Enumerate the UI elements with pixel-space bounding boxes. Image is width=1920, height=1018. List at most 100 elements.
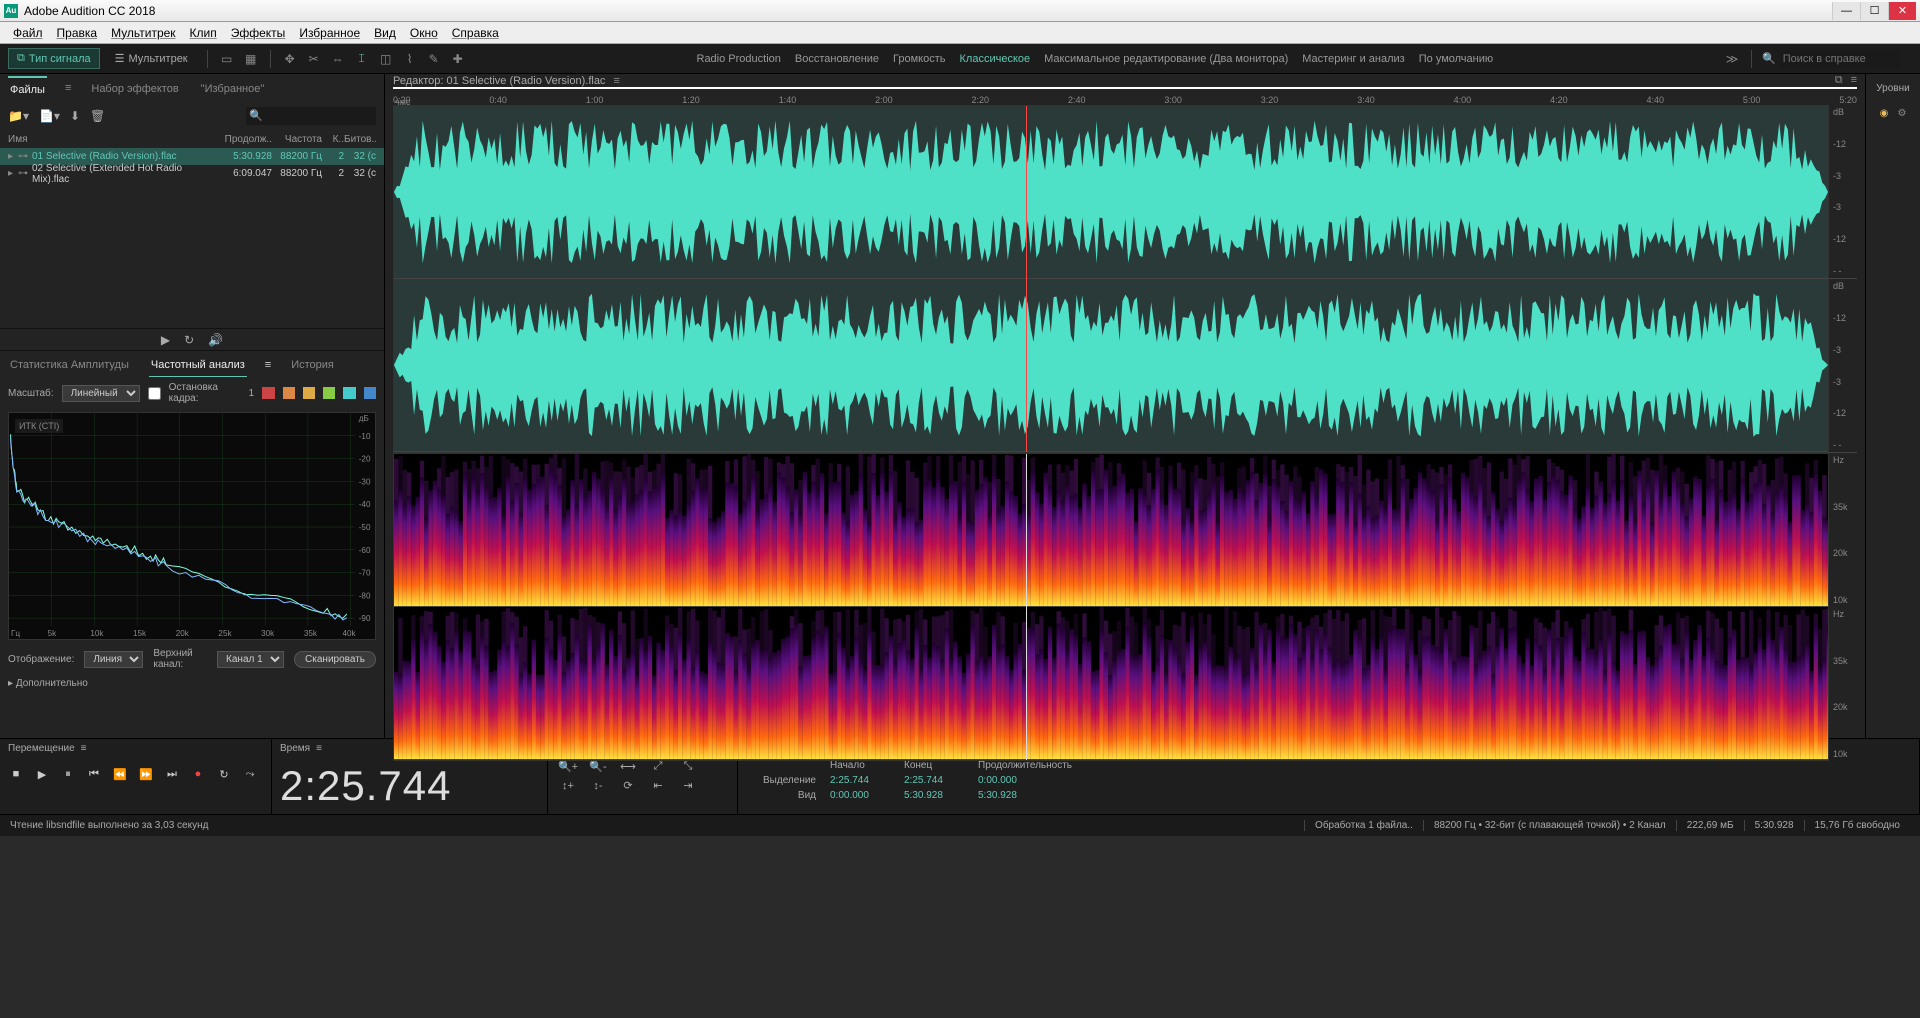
menu-favorites[interactable]: Избранное: [292, 24, 367, 42]
col-channels[interactable]: К..: [322, 134, 344, 145]
import-icon[interactable]: ⬇: [70, 109, 80, 123]
workspace-classic[interactable]: Классическое: [960, 53, 1031, 65]
editor-options-icon[interactable]: ⧉: [1835, 74, 1843, 87]
zoom-sel-out-icon[interactable]: ⤡: [676, 760, 700, 773]
expand-icon[interactable]: ▸: [8, 168, 18, 179]
preview-play-icon[interactable]: ▶: [161, 333, 170, 347]
brush-tool-icon[interactable]: ✎: [425, 50, 443, 68]
skip-selection-button[interactable]: ⤳: [242, 766, 258, 782]
workspace-default[interactable]: По умолчанию: [1419, 53, 1493, 65]
help-search-input[interactable]: [1780, 50, 1900, 68]
tab-history[interactable]: История: [289, 353, 336, 376]
file-row[interactable]: ▸ ⊶ 02 Selective (Extended Hot Radio Mix…: [0, 165, 384, 182]
go-start-button[interactable]: ⏮: [86, 766, 102, 782]
view-spectral-icon[interactable]: ▦: [242, 50, 260, 68]
time-display[interactable]: 2:25.744: [280, 762, 539, 810]
overview-waveform[interactable]: [393, 87, 1857, 89]
zoom-out-icon[interactable]: 🔍-: [586, 760, 610, 773]
maximize-button[interactable]: ☐: [1860, 2, 1888, 20]
top-channel-select[interactable]: Канал 1: [217, 651, 284, 668]
mode-waveform-button[interactable]: ⧉Тип сигнала: [8, 48, 100, 69]
menu-help[interactable]: Справка: [445, 24, 506, 42]
tab-amplitude-stats[interactable]: Статистика Амплитуды: [8, 353, 131, 376]
menu-effects[interactable]: Эффекты: [224, 24, 293, 42]
col-bit[interactable]: Битов..: [344, 134, 376, 145]
scan-button[interactable]: Сканировать: [294, 651, 376, 668]
expand-icon[interactable]: ▸: [8, 151, 18, 162]
workspace-dualmonitor[interactable]: Максимальное редактирование (Два монитор…: [1044, 53, 1288, 65]
menu-multitrack[interactable]: Мультитрек: [104, 24, 182, 42]
freeze-slot-2[interactable]: [262, 387, 274, 399]
pin-panel-icon[interactable]: ◉: [1877, 106, 1891, 120]
additional-toggle[interactable]: ▸ Дополнительно: [0, 674, 384, 693]
workspace-restore[interactable]: Восстановление: [795, 53, 879, 65]
minimize-button[interactable]: —: [1832, 2, 1860, 20]
menu-file[interactable]: Файл: [6, 24, 50, 42]
zoom-amp-out-icon[interactable]: ↕-: [586, 779, 610, 792]
workspace-mastering[interactable]: Мастеринг и анализ: [1302, 53, 1404, 65]
tab-favorites[interactable]: "Избранное": [199, 77, 267, 100]
forward-button[interactable]: ⏩: [138, 766, 154, 782]
waveform-display[interactable]: 1 2 dB-12-3-3-12- - dB-12-3-3-12- -: [393, 105, 1857, 453]
sel-start[interactable]: 2:25.744: [830, 775, 890, 786]
tab-files[interactable]: Файлы: [8, 76, 47, 101]
freeze-slot-3[interactable]: [283, 387, 295, 399]
zoom-amp-reset-icon[interactable]: ⟳: [616, 779, 640, 792]
zoom-full-icon[interactable]: ⟷: [616, 760, 640, 773]
freeze-slot-6[interactable]: [343, 387, 355, 399]
mode-multitrack-button[interactable]: ☰Мультитрек: [106, 48, 197, 69]
tab-frequency-analysis[interactable]: Частотный анализ: [149, 353, 247, 377]
menu-edit[interactable]: Правка: [50, 24, 105, 42]
pause-button[interactable]: ⏸: [60, 766, 76, 782]
col-name[interactable]: Имя: [8, 134, 222, 145]
freeze-slot-7[interactable]: [364, 387, 376, 399]
tab-effects-rack[interactable]: Набор эффектов: [89, 77, 180, 100]
record-button[interactable]: ●: [190, 766, 206, 782]
settings-panel-icon[interactable]: ⚙: [1895, 106, 1909, 120]
preview-autoplay-icon[interactable]: 🔊: [208, 333, 223, 347]
freeze-slot-4[interactable]: [303, 387, 315, 399]
workspace-loudness[interactable]: Громкость: [893, 53, 945, 65]
heal-tool-icon[interactable]: ✚: [449, 50, 467, 68]
view-duration[interactable]: 5:30.928: [978, 790, 1068, 801]
col-duration[interactable]: Продолж..: [222, 134, 272, 145]
freeze-slot-1[interactable]: 1: [249, 388, 255, 399]
zoom-to-out-icon[interactable]: ⇥: [676, 779, 700, 792]
spectral-display[interactable]: Hz35k20k10k Hz35k20k10k: [393, 453, 1857, 761]
analysis-tab-menu-icon[interactable]: ≡: [265, 359, 271, 371]
delete-file-icon[interactable]: 🗑: [90, 109, 105, 123]
frequency-analysis-plot[interactable]: ИТК (CTI) дБ -10-20-30-40-50-60-70-80-90…: [8, 412, 376, 640]
razor-tool-icon[interactable]: ✂: [305, 50, 323, 68]
workspace-more-icon[interactable]: ≫: [1723, 50, 1741, 68]
menu-view[interactable]: Вид: [367, 24, 403, 42]
go-end-button[interactable]: ⏭: [164, 766, 180, 782]
move-tool-icon[interactable]: ✥: [281, 50, 299, 68]
sel-duration[interactable]: 0:00.000: [978, 775, 1068, 786]
freeze-slot-5[interactable]: [323, 387, 335, 399]
loop-button[interactable]: ↻: [216, 766, 232, 782]
files-search-input[interactable]: [246, 107, 376, 125]
editor-menu-icon[interactable]: ≡: [613, 75, 619, 87]
play-button[interactable]: ▶: [34, 766, 50, 782]
menu-clip[interactable]: Клип: [183, 24, 224, 42]
close-button[interactable]: ✕: [1888, 2, 1916, 20]
view-hud-icon[interactable]: ▭: [218, 50, 236, 68]
preview-loop-icon[interactable]: ↻: [184, 333, 194, 347]
zoom-sel-in-icon[interactable]: ⤢: [646, 760, 670, 773]
new-file-icon[interactable]: 📄▾: [39, 109, 60, 123]
time-select-tool-icon[interactable]: 𝙸: [353, 50, 371, 68]
lasso-tool-icon[interactable]: ⌇: [401, 50, 419, 68]
col-freq[interactable]: Частота: [272, 134, 322, 145]
files-tab-menu-icon[interactable]: ≡: [65, 82, 71, 94]
marquee-tool-icon[interactable]: ◫: [377, 50, 395, 68]
zoom-in-icon[interactable]: 🔍+: [556, 760, 580, 773]
rewind-button[interactable]: ⏪: [112, 766, 128, 782]
open-file-icon[interactable]: 📁▾: [8, 109, 29, 123]
scale-checkbox[interactable]: [148, 387, 161, 400]
scale-select[interactable]: Линейный: [62, 385, 140, 402]
workspace-radio[interactable]: Radio Production: [697, 53, 781, 65]
timeline-ruler[interactable]: чмс 0:20 0:40 1:00 1:20 1:40 2:00 2:20 2…: [393, 95, 1857, 105]
stop-button[interactable]: ■: [8, 766, 24, 782]
slip-tool-icon[interactable]: ⇔: [329, 50, 347, 68]
section-menu-icon[interactable]: ≡: [316, 743, 322, 754]
